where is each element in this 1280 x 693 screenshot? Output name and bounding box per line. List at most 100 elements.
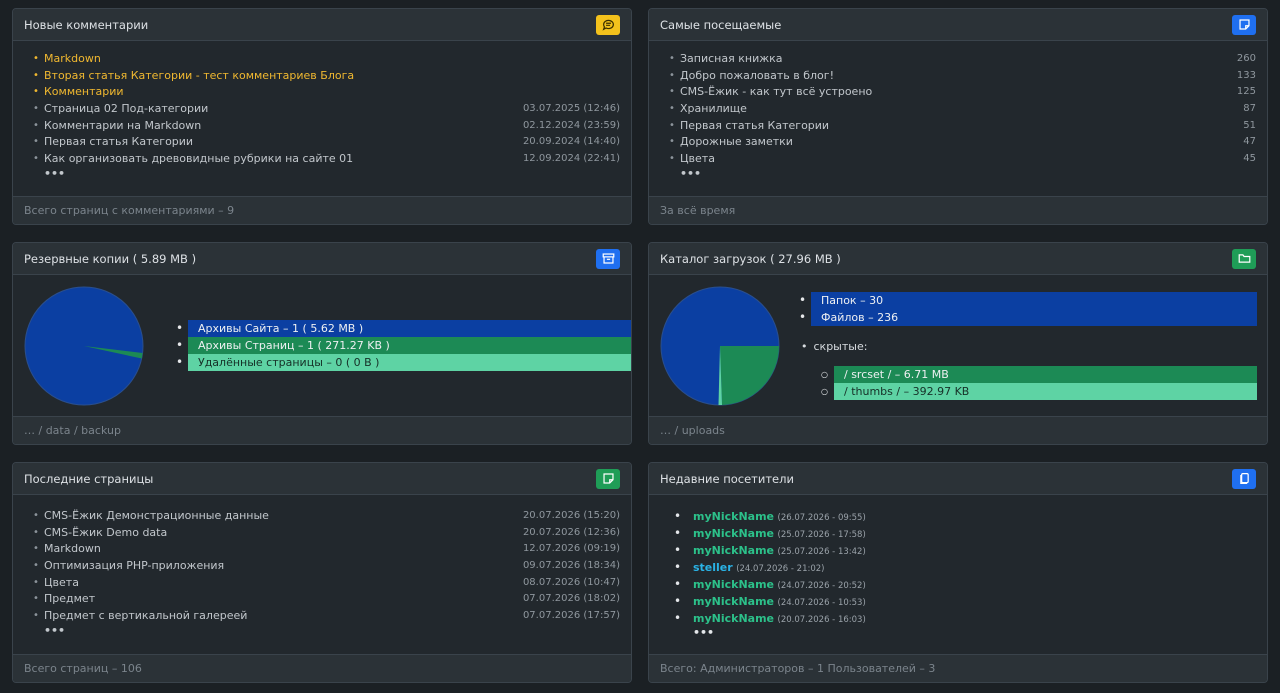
folder-icon[interactable] (1232, 248, 1256, 269)
view-count: 125 (1236, 86, 1256, 98)
visitors-card: Недавние посетители myNickName (26.07.20… (648, 462, 1268, 683)
list-item[interactable]: CMS-Ёжик - как тут всё устроено125 (669, 84, 1256, 101)
sticky-note-icon[interactable] (1232, 14, 1256, 35)
comment-link[interactable]: Markdown (33, 51, 620, 68)
list-item[interactable]: Предмет с вертикальной галереей07.07.202… (33, 608, 620, 625)
view-count: 87 (1243, 103, 1256, 115)
card-header: Последние страницы (13, 463, 631, 495)
comment-link[interactable]: Вторая статья Категории - тест комментар… (33, 68, 620, 85)
view-count: 133 (1236, 69, 1256, 81)
card-title: Последние страницы (24, 471, 154, 486)
legend-page-archives: Архивы Страниц – 1 ( 271.27 KB ) (176, 337, 631, 354)
view-count: 45 (1243, 153, 1256, 165)
item-date: 07.07.2026 (18:02) (522, 593, 620, 605)
visitor-item[interactable]: steller (24.07.2026 - 21:02) (669, 559, 1256, 576)
item-date: 09.07.2026 (18:34) (522, 560, 620, 572)
list-item[interactable]: Комментарии на Markdown02.12.2024 (23:59… (33, 118, 620, 135)
card-header: Недавние посетители (649, 463, 1267, 495)
sticky-note-icon[interactable] (596, 468, 620, 489)
item-date: 20.09.2024 (14:40) (522, 136, 620, 148)
view-count: 260 (1236, 53, 1256, 64)
item-date: 12.09.2024 (22:41) (522, 153, 620, 165)
visitor-item[interactable]: myNickName (20.07.2026 - 16:03) (669, 610, 1256, 627)
visitor-item[interactable]: myNickName (26.07.2026 - 09:55) (669, 508, 1256, 525)
more-indicator[interactable]: ••• (669, 167, 1256, 184)
item-date: 12.07.2026 (09:19) (522, 543, 620, 555)
list-item[interactable]: Страница 02 Под-категории03.07.2025 (12:… (33, 101, 620, 118)
hidden-folders-label: скрытые: (801, 340, 868, 353)
item-date: 20.07.2026 (15:20) (522, 510, 620, 521)
card-footer: … / uploads (649, 416, 1267, 444)
visitor-item[interactable]: myNickName (25.07.2026 - 17:58) (669, 525, 1256, 542)
visitor-name[interactable]: myNickName (693, 544, 774, 557)
list-item[interactable]: Первая статья Категории51 (669, 118, 1256, 135)
item-date: 03.07.2025 (12:46) (522, 103, 620, 115)
card-header: Самые посещаемые (649, 9, 1267, 41)
visitor-item[interactable]: myNickName (24.07.2026 - 20:52) (669, 576, 1256, 593)
visitor-date: (24.07.2026 - 10:53) (777, 598, 866, 608)
more-indicator[interactable]: ••• (33, 167, 620, 184)
visitor-name[interactable]: myNickName (693, 578, 774, 591)
visitor-date: (20.07.2026 - 16:03) (777, 615, 866, 625)
uploads-card: Каталог загрузок ( 27.96 MB ) Папок – 30… (648, 242, 1268, 445)
list-item[interactable]: Первая статья Категории20.09.2024 (14:40… (33, 134, 620, 151)
card-title: Новые комментарии (24, 17, 149, 32)
visitor-date: (25.07.2026 - 13:42) (777, 547, 866, 557)
item-date: 20.07.2026 (12:36) (522, 526, 620, 538)
list-item[interactable]: Добро пожаловать в блог!133 (669, 68, 1256, 85)
list-item[interactable]: Записная книжка260 (669, 51, 1256, 68)
card-title: Самые посещаемые (660, 17, 782, 32)
card-header: Резервные копии ( 5.89 MB ) (13, 243, 631, 275)
visitor-name[interactable]: myNickName (693, 510, 774, 523)
item-date: 07.07.2026 (17:57) (522, 610, 620, 622)
archive-icon[interactable] (596, 248, 620, 269)
list-item[interactable]: Дорожные заметки47 (669, 134, 1256, 151)
list-item[interactable]: Предмет07.07.2026 (18:02) (33, 591, 620, 608)
visitor-name[interactable]: steller (693, 561, 733, 574)
legend-site-archives: Архивы Сайта – 1 ( 5.62 MB ) (176, 320, 631, 337)
view-count: 47 (1243, 136, 1256, 148)
chat-icon[interactable] (596, 14, 620, 35)
item-date: 02.12.2024 (23:59) (522, 119, 620, 131)
legend-folders: Папок – 30 (799, 292, 1257, 309)
card-footer: Всего страниц с комментариями – 9 (13, 196, 631, 224)
legend-files: Файлов – 236 (799, 309, 1257, 326)
recent-pages-card: Последние страницы CMS-Ёжик Демонстрацио… (12, 462, 632, 683)
visitor-name[interactable]: myNickName (693, 595, 774, 608)
visitor-item[interactable]: myNickName (24.07.2026 - 10:53) (669, 593, 1256, 610)
list-item[interactable]: Оптимизация PHP-приложения09.07.2026 (18… (33, 558, 620, 575)
card-footer: … / data / backup (13, 416, 631, 444)
list-item[interactable]: Цвета45 (669, 151, 1256, 168)
visitor-date: (25.07.2026 - 17:58) (777, 530, 866, 540)
visitor-item[interactable]: myNickName (25.07.2026 - 13:42) (669, 542, 1256, 559)
card-title: Недавние посетители (660, 471, 794, 486)
visitor-date: (24.07.2026 - 20:52) (777, 581, 866, 591)
legend-thumbs: / thumbs / – 392.97 KB (821, 383, 1257, 400)
more-indicator[interactable]: ••• (669, 627, 1256, 643)
legend-srcset: / srcset / – 6.71 MB (821, 366, 1257, 383)
card-footer: Всего страниц – 106 (13, 654, 631, 682)
copy-icon[interactable] (1232, 468, 1256, 489)
card-footer: За всё время (649, 196, 1267, 224)
legend-deleted-pages: Удалённые страницы – 0 ( 0 B ) (176, 354, 631, 371)
card-header: Новые комментарии (13, 9, 631, 41)
visitor-name[interactable]: myNickName (693, 527, 774, 540)
comments-card: Новые комментарии Markdown Вторая статья… (12, 8, 632, 225)
item-date: 08.07.2026 (10:47) (522, 576, 620, 588)
list-item[interactable]: CMS-Ёжик Демонстрационные данные20.07.20… (33, 508, 620, 525)
list-item[interactable]: Цвета08.07.2026 (10:47) (33, 575, 620, 592)
uploads-pie-chart (660, 286, 780, 406)
pie-slice-srcset (720, 346, 779, 405)
visitor-date: (26.07.2026 - 09:55) (777, 513, 866, 523)
backups-card: Резервные копии ( 5.89 MB ) Архивы Сайта… (12, 242, 632, 445)
list-item[interactable]: Как организовать древовидные рубрики на … (33, 151, 620, 168)
list-item[interactable]: CMS-Ёжик Demo data20.07.2026 (12:36) (33, 525, 620, 542)
popular-card: Самые посещаемые Записная книжка260 Добр… (648, 8, 1268, 225)
list-item[interactable]: Markdown12.07.2026 (09:19) (33, 541, 620, 558)
more-indicator[interactable]: ••• (33, 624, 620, 641)
visitor-name[interactable]: myNickName (693, 612, 774, 625)
card-footer: Всего: Администраторов – 1 Пользователей… (649, 654, 1267, 682)
comment-link[interactable]: Комментарии (33, 84, 620, 101)
list-item[interactable]: Хранилище87 (669, 101, 1256, 118)
card-header: Каталог загрузок ( 27.96 MB ) (649, 243, 1267, 275)
